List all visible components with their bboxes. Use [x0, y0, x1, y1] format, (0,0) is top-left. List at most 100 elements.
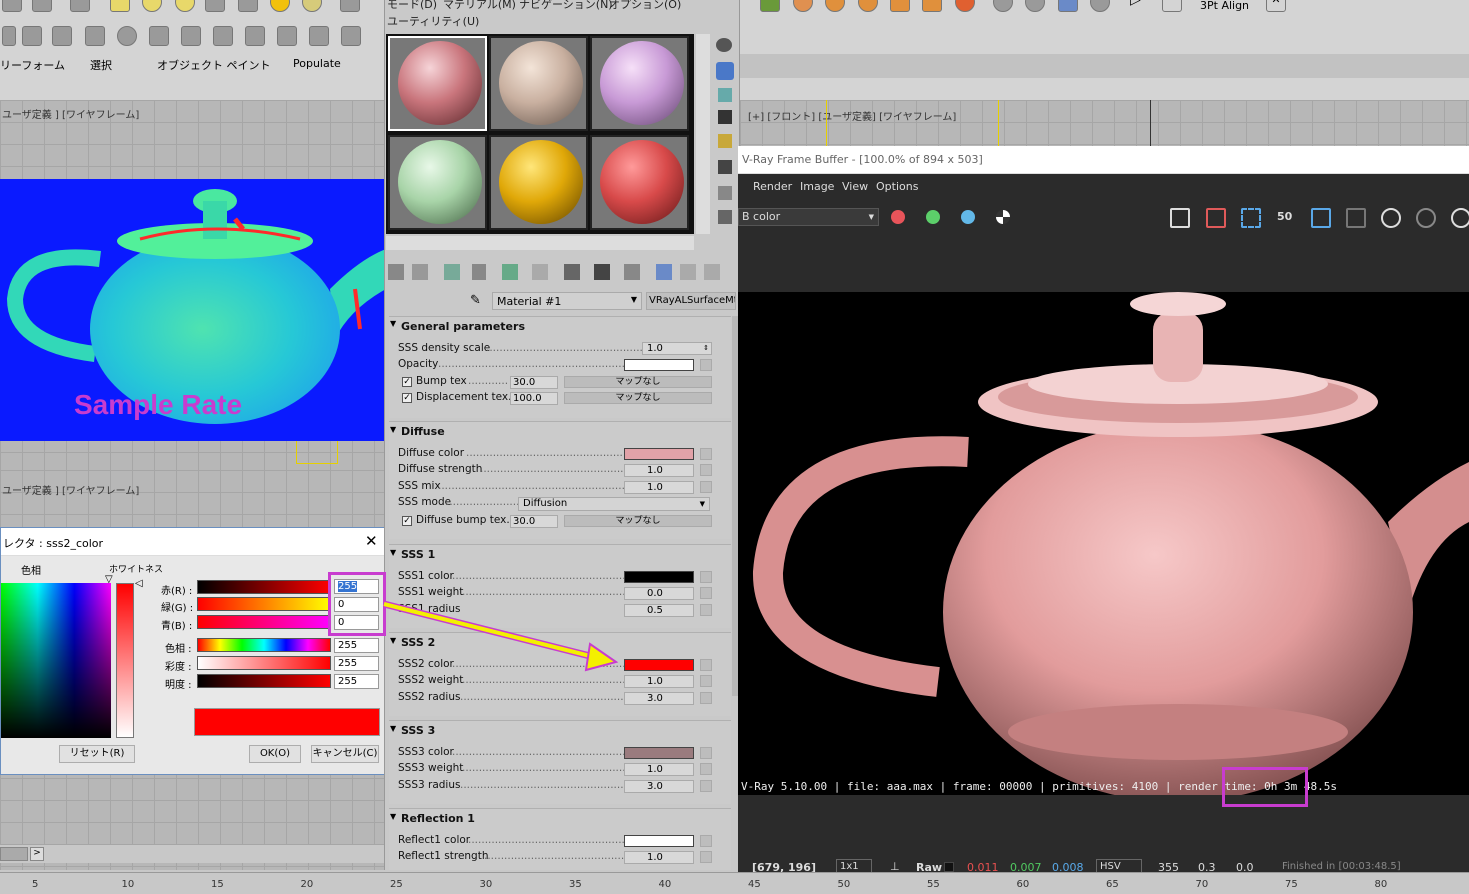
diffuse-bump-spinner[interactable]: 30.0	[510, 515, 558, 528]
toolbar-icon[interactable]	[1162, 0, 1182, 12]
saturation-slider[interactable]	[197, 656, 331, 670]
whiteness-marker-icon[interactable]: ▽	[105, 574, 113, 585]
sss-mix-map-button[interactable]	[700, 481, 712, 493]
bump-checkbox[interactable]: ✓	[402, 377, 412, 387]
sun-icon[interactable]	[270, 0, 290, 12]
sample-slot[interactable]	[489, 36, 588, 131]
diffuse-map-button[interactable]	[700, 448, 712, 460]
vfb-menu-view[interactable]: View	[842, 180, 868, 193]
toolbar-icon[interactable]	[149, 26, 169, 46]
video-check-icon[interactable]	[718, 134, 732, 148]
toolbar-icon[interactable]	[2, 26, 16, 46]
toolbar-icon[interactable]	[825, 0, 845, 12]
timeslider-left[interactable]: >	[0, 845, 384, 863]
spinner-arrows-icon[interactable]: ⇕	[703, 343, 709, 354]
rollout-title[interactable]: SSS 1	[401, 548, 435, 561]
toolbar-icon[interactable]	[1058, 0, 1078, 12]
sss3-weight-map-button[interactable]	[700, 763, 712, 775]
toolbar-icon[interactable]	[793, 0, 813, 12]
toolbar-icon[interactable]	[32, 0, 52, 12]
rollout-toggle-icon[interactable]: ▼	[390, 319, 396, 328]
slots-hscrollbar[interactable]	[386, 236, 694, 250]
show-end-result-icon[interactable]	[656, 264, 672, 280]
vfb-menu-options[interactable]: Options	[876, 180, 918, 193]
toolbar-icon[interactable]	[1090, 0, 1110, 12]
bump-spinner[interactable]: 30.0	[510, 376, 558, 389]
bump-map-button[interactable]: マップなし	[564, 376, 712, 388]
eyedropper-icon[interactable]: ✎	[470, 293, 481, 308]
channel-dropdown[interactable]: B color ▼	[738, 208, 879, 226]
sss-density-spinner[interactable]: 1.0 ⇕	[642, 342, 712, 355]
sss2-weight-spinner[interactable]: 1.0	[624, 675, 694, 688]
toolbar-icon[interactable]	[340, 0, 360, 12]
backlight-icon[interactable]	[716, 62, 734, 80]
sss3-radius-spinner[interactable]: 3.0	[624, 780, 694, 793]
toolbar-icon[interactable]	[22, 26, 42, 46]
clear-image-icon[interactable]	[1206, 208, 1226, 228]
sss3-color-swatch[interactable]	[624, 747, 694, 759]
red-slider[interactable]	[197, 580, 331, 594]
opacity-map-button[interactable]	[700, 359, 712, 371]
region-render-icon[interactable]	[1241, 208, 1261, 228]
toolbar-icon[interactable]	[205, 0, 225, 12]
viewport-label[interactable]: ユーザ定義 ] [ワイヤフレーム]	[2, 482, 139, 497]
put-to-scene-icon[interactable]	[412, 264, 428, 280]
viewport-top-right[interactable]: [+] [フロント] [ユーザ定義] [ワイヤフレーム]	[740, 100, 1469, 146]
displacement-spinner[interactable]: 100.0	[510, 392, 558, 405]
reflect1-strength-map-button[interactable]	[700, 851, 712, 863]
toolbar-icon[interactable]	[993, 0, 1013, 12]
toolbar-icon[interactable]	[117, 26, 137, 46]
delete-icon[interactable]	[472, 264, 486, 280]
toolbar-icon[interactable]	[302, 0, 322, 12]
make-unique-icon[interactable]	[502, 264, 518, 280]
hue-value-field[interactable]: 255	[334, 638, 379, 653]
sample-slot[interactable]	[489, 135, 588, 230]
tiling-icon[interactable]	[718, 110, 732, 124]
whiteness-slider[interactable]	[116, 583, 134, 738]
toolbar-icon[interactable]	[890, 0, 910, 12]
sss1-color-map-button[interactable]	[700, 571, 712, 583]
background-icon[interactable]	[718, 88, 732, 102]
toolbar-icon[interactable]	[858, 0, 878, 12]
toolbar-icon[interactable]	[85, 26, 105, 46]
sss2-color-swatch[interactable]	[624, 659, 694, 671]
green-channel-icon[interactable]	[926, 210, 940, 224]
sample-slot[interactable]	[590, 135, 689, 230]
toolbar-icon[interactable]	[760, 0, 780, 12]
slots-scrollbar[interactable]	[696, 34, 710, 234]
copy-material-icon[interactable]	[532, 264, 548, 280]
toolbar-icon[interactable]	[1025, 0, 1045, 12]
ribbon-tab-populate[interactable]: Populate	[293, 57, 341, 70]
diffuse-strength-map-button[interactable]	[700, 464, 712, 476]
next-frame-icon[interactable]: >	[30, 847, 44, 861]
time-slider-thumb[interactable]	[0, 847, 28, 861]
ribbon-tab-selection[interactable]: 選択	[90, 57, 112, 73]
toolbar-icon[interactable]	[70, 0, 90, 12]
vfb-menu-render[interactable]: Render	[753, 180, 792, 193]
save-icon[interactable]	[1170, 208, 1190, 228]
alpha-channel-icon[interactable]	[996, 210, 1010, 224]
diffuse-bump-checkbox[interactable]: ✓	[402, 516, 412, 526]
play-icon[interactable]: ▷	[1130, 0, 1150, 12]
toolbar-icon[interactable]	[277, 26, 297, 46]
reset-button[interactable]: リセット(R)	[59, 745, 135, 763]
red-channel-icon[interactable]	[891, 210, 905, 224]
rollout-title[interactable]: Diffuse	[401, 425, 445, 438]
viewport-label[interactable]: ユーザ定義 ] [ワイヤフレーム]	[2, 106, 139, 121]
cancel-button[interactable]: キャンセル(C)	[311, 745, 379, 763]
material-type-button[interactable]: VRayALSurfaceMtl	[646, 292, 736, 310]
rollout-toggle-icon[interactable]: ▼	[390, 812, 396, 821]
toolbar-icon[interactable]	[2, 0, 22, 12]
go-to-parent-icon[interactable]	[680, 264, 696, 280]
displacement-checkbox[interactable]: ✓	[402, 393, 412, 403]
sample-type-icon[interactable]	[716, 38, 732, 52]
toolbar-icon[interactable]	[181, 26, 201, 46]
sss-mode-dropdown[interactable]: Diffusion ▼	[518, 497, 710, 511]
save-library-icon[interactable]	[564, 264, 580, 280]
sss1-weight-map-button[interactable]	[700, 587, 712, 599]
value-value-field[interactable]: 255	[334, 674, 379, 689]
blue-channel-icon[interactable]	[961, 210, 975, 224]
make-preview-icon[interactable]	[718, 160, 732, 174]
saturation-value-field[interactable]: 255	[334, 656, 379, 671]
toolbar-icon[interactable]	[922, 0, 942, 12]
